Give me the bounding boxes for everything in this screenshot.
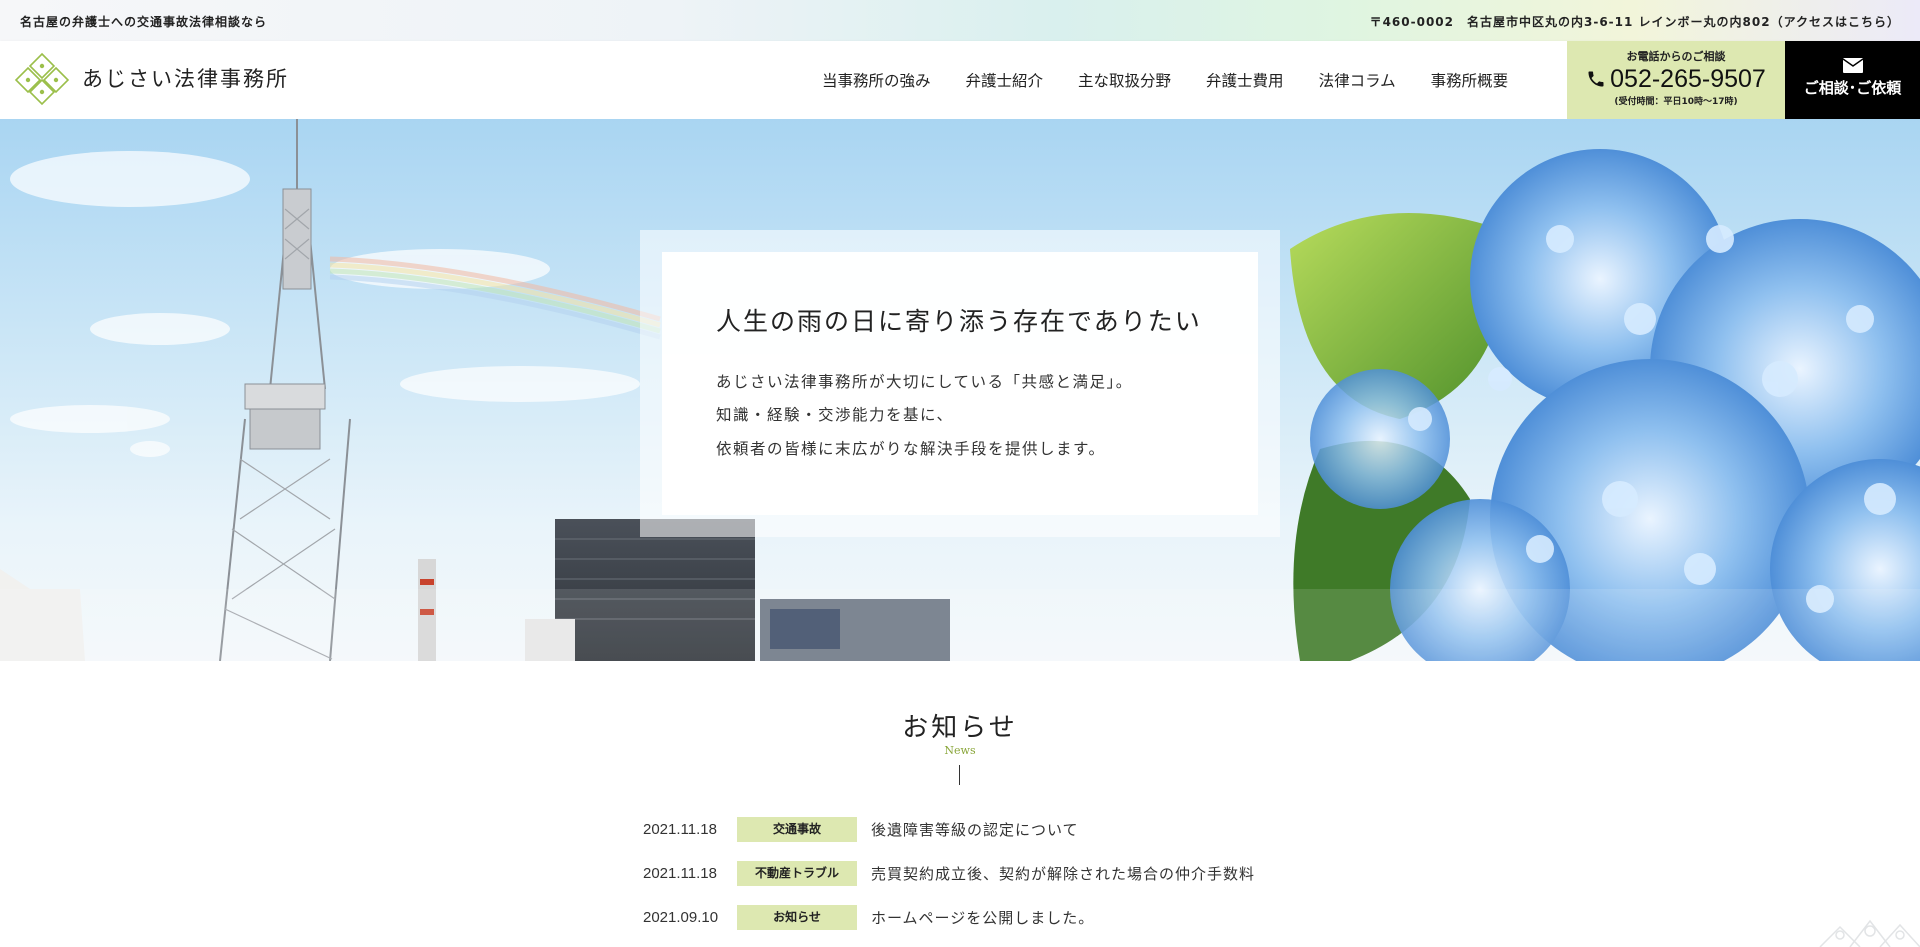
news-item[interactable]: 2021.11.18 交通事故 後遺障害等級の認定について xyxy=(643,816,1079,842)
nav-item-fees[interactable]: 弁護士費用 xyxy=(1206,69,1284,91)
news-item[interactable]: 2021.11.18 不動産トラブル 売買契約成立後、契約が解除された場合の仲介… xyxy=(643,860,1255,886)
logo-text: あじさい法律事務所 xyxy=(82,67,289,91)
tel-number: 052-265-9507 xyxy=(1610,65,1766,93)
hero-title: 人生の雨の日に寄り添う存在でありたい xyxy=(716,307,1202,336)
main-nav: 当事務所の強み 弁護士紹介 主な取扱分野 弁護士費用 法律コラム 事務所概要 xyxy=(822,41,1543,119)
news-category-badge[interactable]: お知らせ xyxy=(737,904,857,930)
news-subheading: News xyxy=(944,744,976,757)
nav-item-office[interactable]: 事務所概要 xyxy=(1431,69,1509,91)
hero-message-panel: 人生の雨の日に寄り添う存在でありたい あじさい法律事務所が大切にしている「共感と… xyxy=(640,230,1280,537)
news-category-badge[interactable]: 交通事故 xyxy=(737,816,857,842)
tel-label: お電話からのご相談 xyxy=(1626,50,1726,63)
hero-line-2: 知識・経験・交渉能力を基に、 xyxy=(716,406,954,424)
hero-line-1: あじさい法律事務所が大切にしている「共感と満足」。 xyxy=(716,373,1133,391)
site-header: あじさい法律事務所 当事務所の強み 弁護士紹介 主な取扱分野 弁護士費用 法律コ… xyxy=(0,41,1920,119)
hydrangea-decoration-icon xyxy=(1819,919,1920,947)
site-logo[interactable]: あじさい法律事務所 xyxy=(12,47,289,109)
site-tagline: 名古屋の弁護士への交通事故法律相談なら xyxy=(20,15,268,29)
office-address-link[interactable]: 〒460-0002 名古屋市中区丸の内3-6-11 レインボー丸の内802（アク… xyxy=(1370,13,1900,30)
news-date: 2021.11.18 xyxy=(643,864,717,882)
news-heading: お知らせ xyxy=(902,713,1018,743)
consult-request-button[interactable]: ご相談･ご依頼 xyxy=(1785,41,1920,119)
nav-item-practice-areas[interactable]: 主な取扱分野 xyxy=(1078,69,1171,91)
hydrangea-logo-icon xyxy=(14,52,70,106)
phone-icon xyxy=(1588,71,1604,87)
nav-item-strengths[interactable]: 当事務所の強み xyxy=(822,69,931,91)
consult-label: ご相談･ご依頼 xyxy=(1803,79,1902,97)
tel-number-row: 052-265-9507 xyxy=(1567,64,1785,94)
news-category-badge[interactable]: 不動産トラブル xyxy=(737,860,857,886)
hero-line-3: 依頼者の皆様に末広がりな解決手段を提供します。 xyxy=(716,440,1106,458)
news-divider xyxy=(959,765,960,785)
tel-hours: (受付時間：平日10時〜17時) xyxy=(1614,97,1738,107)
hero-message-card: 人生の雨の日に寄り添う存在でありたい あじさい法律事務所が大切にしている「共感と… xyxy=(662,252,1258,515)
news-title-link[interactable]: ホームページを公開しました。 xyxy=(871,907,1094,928)
nav-item-column[interactable]: 法律コラム xyxy=(1319,69,1396,91)
news-item[interactable]: 2021.09.10 お知らせ ホームページを公開しました。 xyxy=(643,904,1094,930)
hero-banner: 人生の雨の日に寄り添う存在でありたい あじさい法律事務所が大切にしている「共感と… xyxy=(0,119,1920,661)
news-date: 2021.09.10 xyxy=(643,908,719,926)
phone-contact-box[interactable]: お電話からのご相談 052-265-9507 (受付時間：平日10時〜17時) xyxy=(1567,41,1785,119)
news-title-link[interactable]: 後遺障害等級の認定について xyxy=(871,819,1079,840)
news-title-link[interactable]: 売買契約成立後、契約が解除された場合の仲介手数料 xyxy=(871,863,1255,884)
news-date: 2021.11.18 xyxy=(643,820,717,838)
nav-item-lawyers[interactable]: 弁護士紹介 xyxy=(966,69,1044,91)
mail-icon xyxy=(1842,58,1863,73)
top-info-bar: 名古屋の弁護士への交通事故法律相談なら 〒460-0002 名古屋市中区丸の内3… xyxy=(0,0,1920,41)
